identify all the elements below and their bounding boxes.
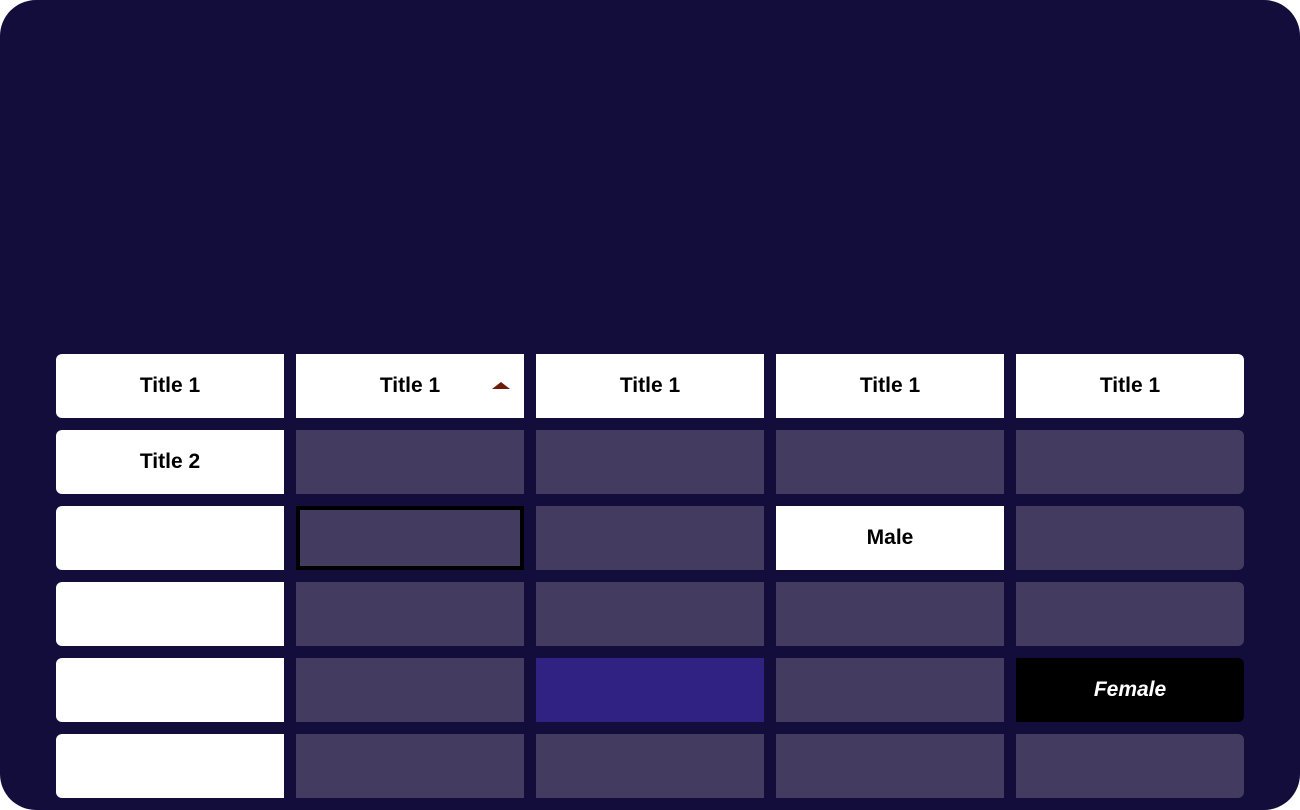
row-header-label: Title 2: [139, 450, 201, 473]
column-header-4[interactable]: Title 1: [776, 354, 1004, 418]
header-label: Title 1: [139, 374, 201, 397]
table-cell-highlighted[interactable]: [536, 658, 764, 722]
column-header-3[interactable]: Title 1: [536, 354, 764, 418]
header-label: Title 1: [619, 374, 681, 397]
table-cell-female[interactable]: Female: [1016, 658, 1244, 722]
table-cell[interactable]: [1016, 430, 1244, 494]
table-cell[interactable]: [536, 734, 764, 798]
table-cell[interactable]: [1016, 506, 1244, 570]
table-cell[interactable]: [296, 734, 524, 798]
header-label: Title 1: [379, 374, 441, 397]
table-cell[interactable]: [536, 582, 764, 646]
table-cell[interactable]: [776, 582, 1004, 646]
table-cell[interactable]: [536, 506, 764, 570]
table-cell[interactable]: [296, 582, 524, 646]
row-header[interactable]: Title 2: [56, 430, 284, 494]
table-cell[interactable]: [536, 430, 764, 494]
row-header[interactable]: [56, 582, 284, 646]
table-cell[interactable]: [776, 734, 1004, 798]
row-header[interactable]: [56, 658, 284, 722]
header-label: Title 1: [1099, 374, 1161, 397]
table-cell-selected[interactable]: [296, 506, 524, 570]
row-header[interactable]: [56, 734, 284, 798]
table-cell[interactable]: [1016, 582, 1244, 646]
column-header-1[interactable]: Title 1: [56, 354, 284, 418]
app-frame: Title 1 Title 1 Title 1 Title 1 Title 1 …: [0, 0, 1300, 810]
table-cell[interactable]: [776, 658, 1004, 722]
data-table: Title 1 Title 1 Title 1 Title 1 Title 1 …: [56, 354, 1244, 798]
header-label: Title 1: [859, 374, 921, 397]
table-cell[interactable]: [1016, 734, 1244, 798]
sort-ascending-icon[interactable]: [492, 382, 510, 389]
column-header-2[interactable]: Title 1: [296, 354, 524, 418]
table-cell[interactable]: [296, 658, 524, 722]
table-cell[interactable]: [776, 430, 1004, 494]
table-cell[interactable]: [296, 430, 524, 494]
column-header-5[interactable]: Title 1: [1016, 354, 1244, 418]
table-cell-male[interactable]: Male: [776, 506, 1004, 570]
row-header[interactable]: [56, 506, 284, 570]
